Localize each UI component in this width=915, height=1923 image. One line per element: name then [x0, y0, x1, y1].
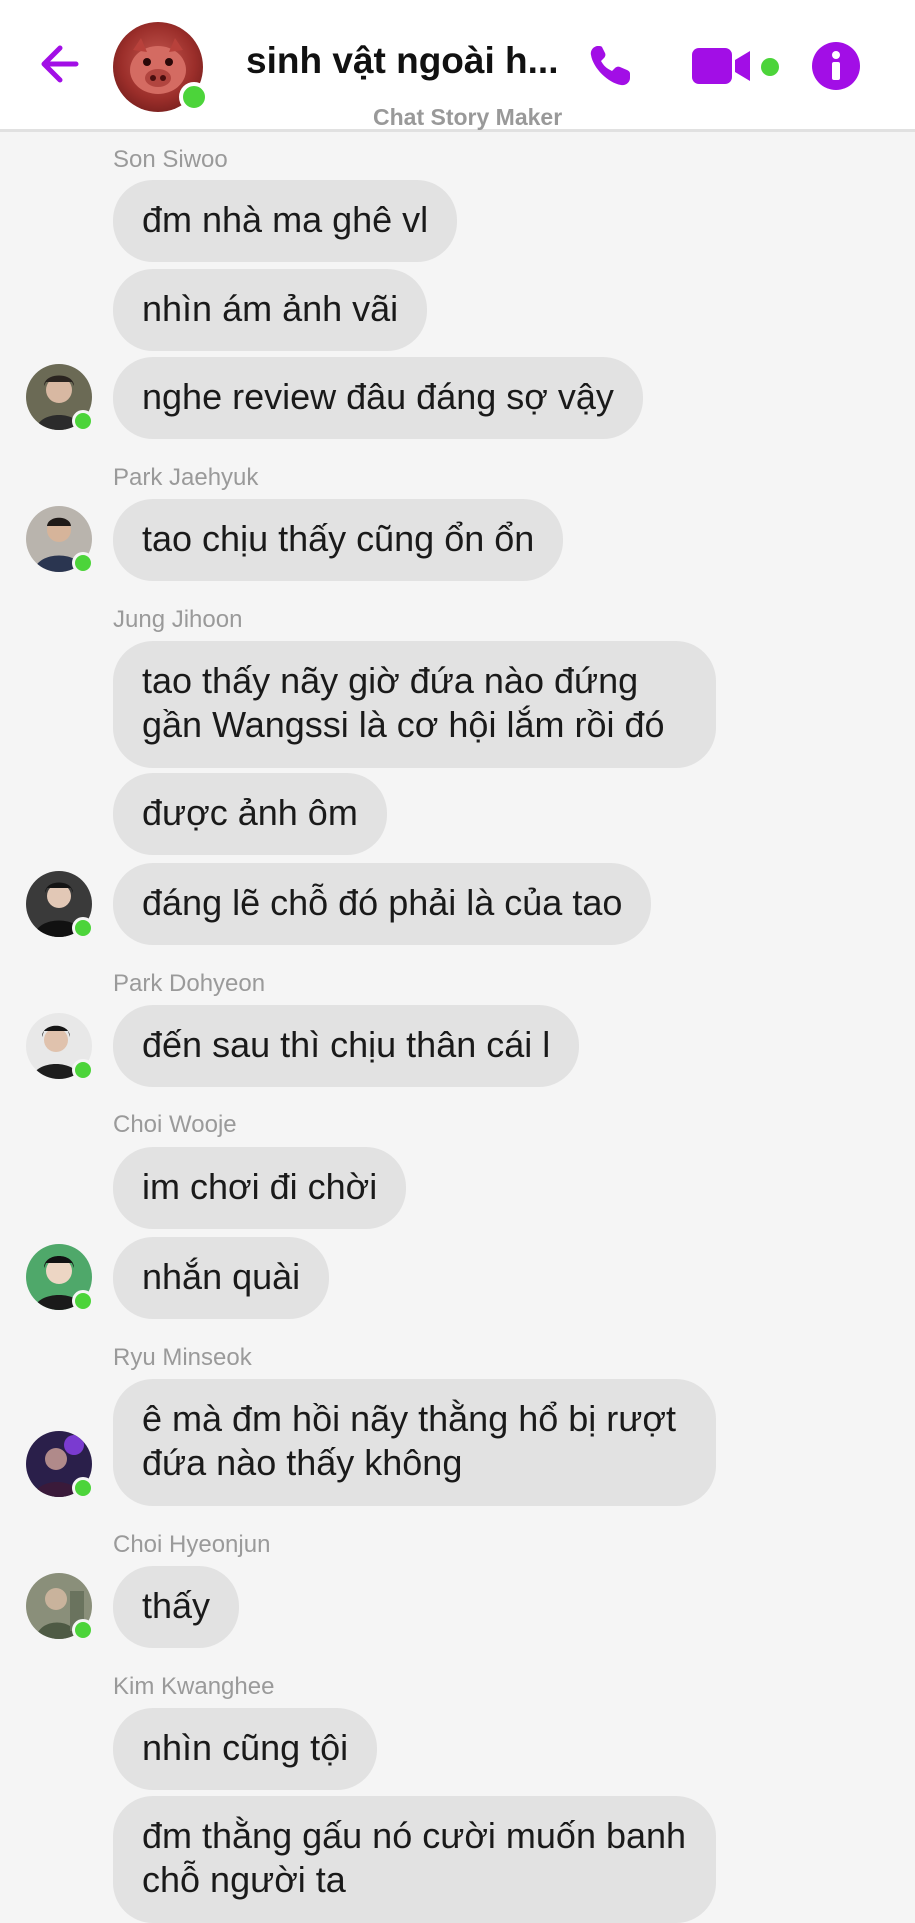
- avatar[interactable]: [26, 1013, 94, 1081]
- info-icon[interactable]: [812, 42, 860, 90]
- chat-subtitle: Chat Story Maker: [373, 104, 563, 130]
- message-bubble[interactable]: nhìn cũng tội: [113, 1708, 378, 1790]
- online-indicator: [72, 1059, 94, 1081]
- avatar[interactable]: [26, 364, 94, 432]
- sender-name: Park Dohyeon: [113, 970, 266, 997]
- message-bubble[interactable]: đm nhà ma ghê vl: [113, 180, 458, 262]
- avatar[interactable]: [26, 871, 94, 939]
- video-active-dot: [761, 58, 779, 76]
- online-indicator: [72, 410, 94, 432]
- sender-name: Jung Jihoon: [113, 606, 243, 633]
- avatar[interactable]: [26, 1431, 94, 1499]
- message-bubble[interactable]: im chơi đi chời: [113, 1147, 407, 1229]
- online-indicator: [72, 552, 94, 574]
- message-bubble[interactable]: thấy: [113, 1566, 240, 1648]
- online-indicator: [72, 1619, 94, 1641]
- online-indicator: [179, 82, 209, 112]
- avatar[interactable]: [26, 1244, 94, 1312]
- sender-name: Choi Hyeonjun: [113, 1531, 271, 1558]
- sender-name: Ryu Minseok: [113, 1344, 252, 1371]
- sender-name: Choi Wooje: [113, 1111, 237, 1138]
- message-bubble[interactable]: được ảnh ôm: [113, 773, 387, 855]
- chat-header: sinh vật ngoài h... Chat Story Maker: [0, 0, 915, 132]
- group-avatar[interactable]: [113, 22, 209, 114]
- online-indicator: [72, 1290, 94, 1312]
- message-bubble[interactable]: tao thấy nãy giờ đứa nào đứng gần Wangss…: [113, 641, 716, 768]
- sender-name: Park Jaehyuk: [113, 464, 259, 491]
- avatar[interactable]: [26, 506, 94, 574]
- avatar[interactable]: [26, 1573, 94, 1641]
- back-arrow-icon[interactable]: [32, 38, 84, 90]
- chat-title[interactable]: sinh vật ngoài h...: [246, 40, 558, 82]
- online-indicator: [72, 1477, 94, 1499]
- message-bubble[interactable]: nhắn quài: [113, 1237, 330, 1319]
- video-camera-icon[interactable]: [692, 46, 756, 86]
- message-bubble[interactable]: tao chịu thấy cũng ổn ổn: [113, 499, 564, 581]
- phone-icon[interactable]: [584, 40, 636, 92]
- message-bubble[interactable]: đm thằng gấu nó cười muốn banh chỗ người…: [113, 1796, 716, 1923]
- message-bubble[interactable]: ê mà đm hồi nãy thằng hổ bị rượt đứa nào…: [113, 1379, 716, 1506]
- message-bubble[interactable]: đáng lẽ chỗ đó phải là của tao: [113, 863, 652, 945]
- sender-name: Kim Kwanghee: [113, 1673, 275, 1700]
- sender-name: Son Siwoo: [113, 146, 228, 173]
- message-bubble[interactable]: nghe review đâu đáng sợ vậy: [113, 357, 643, 439]
- message-bubble[interactable]: nhìn ám ảnh vãi: [113, 269, 428, 351]
- online-indicator: [72, 917, 94, 939]
- message-bubble[interactable]: đến sau thì chịu thân cái l: [113, 1005, 580, 1087]
